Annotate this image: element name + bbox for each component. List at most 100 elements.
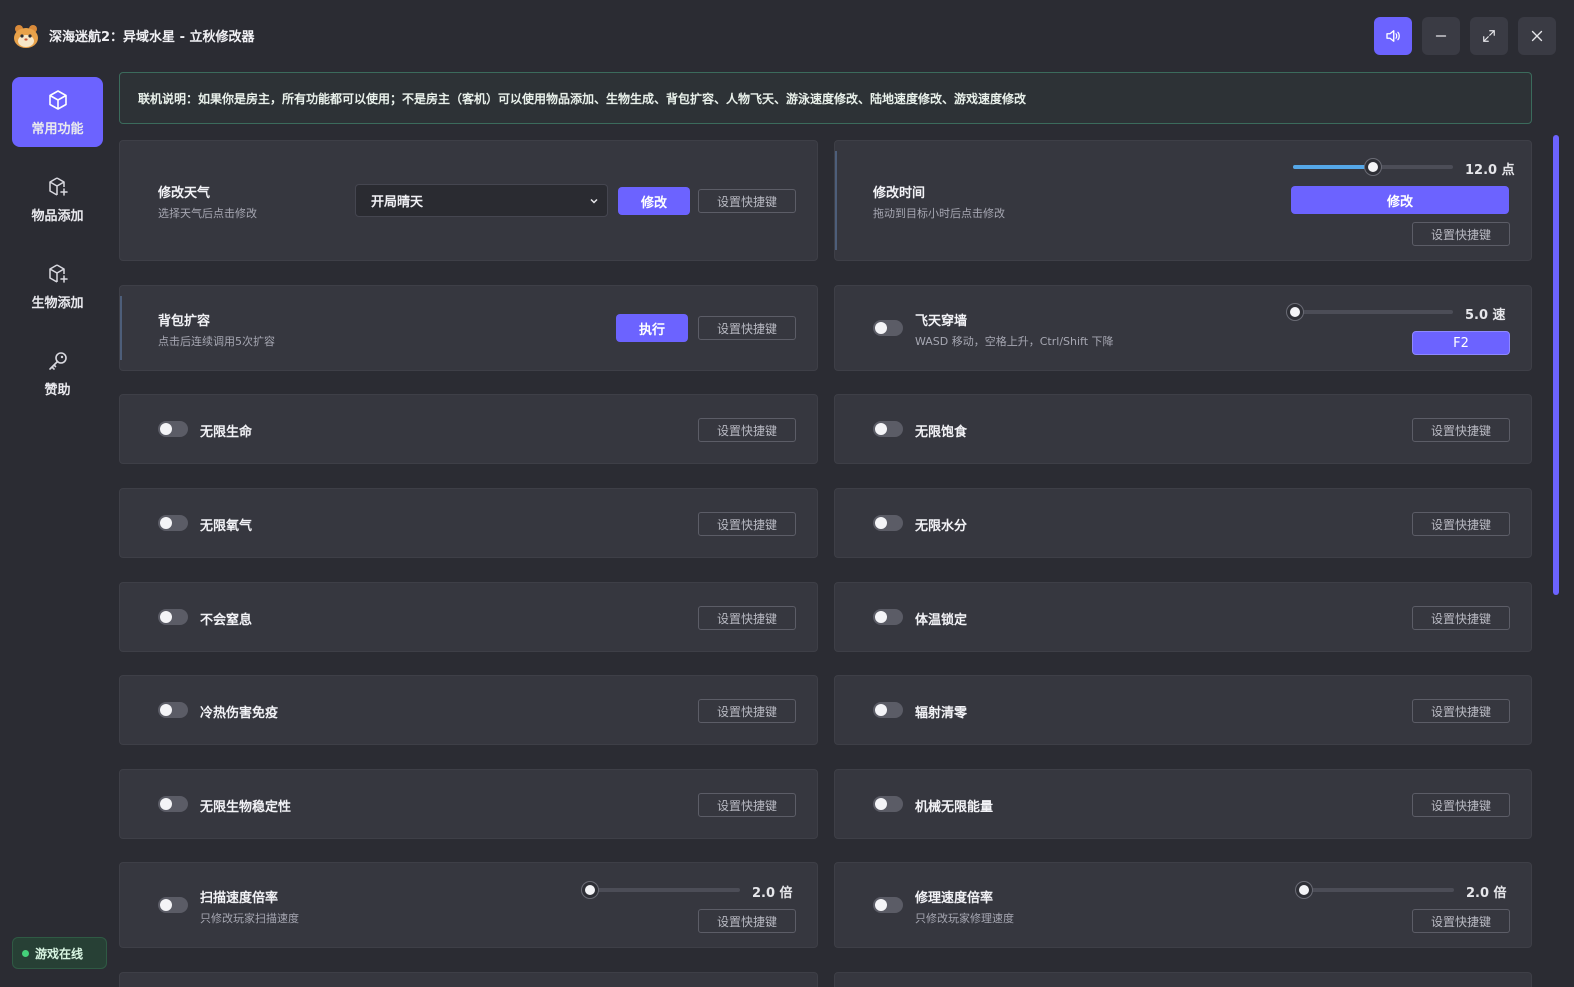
slider-handle[interactable] (581, 882, 598, 898)
cube-icon (48, 89, 67, 110)
feature-toggle[interactable] (873, 609, 903, 625)
fly-speed-slider[interactable] (1287, 304, 1453, 320)
status-text: 游戏在线 (35, 946, 84, 961)
weather-select[interactable]: 开局晴天 (355, 184, 608, 217)
time-slider[interactable] (1293, 159, 1453, 175)
sidebar-item-creatures[interactable]: 生物添加 (12, 251, 103, 321)
shortcut-button[interactable]: 设置快捷键 (1412, 793, 1510, 817)
cube-plus-icon (48, 263, 68, 283)
feature-label: 机械无限能量 (915, 800, 994, 815)
fly-toggle[interactable] (873, 320, 903, 336)
chevron-down-icon (590, 198, 598, 204)
close-button[interactable] (1518, 17, 1556, 55)
backpack-title: 背包扩容 (158, 314, 211, 329)
sidebar-item-label: 生物添加 (31, 295, 84, 311)
feature-label: 体温锁定 (915, 613, 968, 628)
maximize-icon (1483, 30, 1495, 42)
slider-handle[interactable] (1365, 159, 1381, 175)
shortcut-button[interactable]: 设置快捷键 (1412, 606, 1510, 630)
toggle-card: 辐射清零 设置快捷键 (834, 675, 1532, 745)
repair-speed-slider[interactable] (1295, 882, 1454, 898)
time-subtitle: 拖动到目标小时后点击修改 (873, 207, 1005, 220)
repair-speed-subtitle: 只修改玩家修理速度 (915, 912, 1014, 925)
slider-handle[interactable] (1295, 882, 1312, 898)
time-card: 修改时间 拖动到目标小时后点击修改 12.0 点 修改 设置快捷键 (834, 140, 1532, 261)
sidebar-item-sponsor[interactable]: 赞助 (12, 338, 103, 408)
cube-plus-icon (48, 176, 68, 196)
scan-speed-value: 2.0 倍 (752, 886, 793, 901)
shortcut-button[interactable]: 设置快捷键 (1412, 699, 1510, 723)
scan-speed-slider[interactable] (581, 882, 740, 898)
feature-toggle[interactable] (873, 796, 903, 812)
repair-speed-toggle[interactable] (873, 897, 903, 913)
feature-label: 无限氧气 (200, 519, 253, 534)
sidebar-item-common[interactable]: 常用功能 (12, 77, 103, 147)
sidebar-item-items[interactable]: 物品添加 (12, 164, 103, 234)
hamster-logo-icon (12, 22, 40, 50)
feature-label: 辐射清零 (915, 706, 968, 721)
sidebar-item-label: 赞助 (44, 382, 71, 398)
backpack-subtitle: 点击后连续调用5次扩容 (158, 335, 275, 348)
minimize-button[interactable] (1422, 17, 1460, 55)
repair-speed-value: 2.0 倍 (1466, 886, 1507, 901)
backpack-card: 背包扩容 点击后连续调用5次扩容 执行 设置快捷键 (119, 285, 818, 371)
toggle-card: 无限饱食 设置快捷键 (834, 394, 1532, 464)
time-value: 12.0 点 (1465, 163, 1515, 178)
shortcut-button[interactable]: 设置快捷键 (698, 189, 796, 213)
shortcut-button[interactable]: 设置快捷键 (698, 699, 796, 723)
feature-toggle[interactable] (873, 515, 903, 531)
fly-card: 飞天穿墙 WASD 移动，空格上升，Ctrl/Shift 下降 5.0 速 F2 (834, 285, 1532, 371)
slider-handle[interactable] (1287, 304, 1303, 320)
weather-title: 修改天气 (158, 186, 211, 201)
weather-subtitle: 选择天气后点击修改 (158, 207, 257, 220)
fly-speed-value: 5.0 速 (1465, 308, 1506, 323)
toggle-card: 无限氧气 设置快捷键 (119, 488, 818, 558)
toggle-card: 体温锁定 设置快捷键 (834, 582, 1532, 652)
shortcut-button[interactable]: 设置快捷键 (1412, 512, 1510, 536)
toggle-card: 冷热伤害免疫 设置快捷键 (119, 675, 818, 745)
partial-card (834, 972, 1532, 987)
shortcut-button[interactable]: 设置快捷键 (698, 909, 796, 933)
feature-label: 不会窒息 (200, 613, 253, 628)
partial-card (119, 972, 818, 987)
feature-toggle[interactable] (158, 702, 188, 718)
feature-toggle[interactable] (158, 515, 188, 531)
fly-title: 飞天穿墙 (915, 314, 968, 329)
weather-apply-button[interactable]: 修改 (618, 187, 690, 215)
fly-subtitle: WASD 移动，空格上升，Ctrl/Shift 下降 (915, 335, 1114, 348)
feature-toggle[interactable] (158, 609, 188, 625)
online-dot-icon (22, 949, 29, 957)
feature-toggle[interactable] (873, 702, 903, 718)
toggle-card: 无限生命 设置快捷键 (119, 394, 818, 464)
feature-toggle[interactable] (873, 421, 903, 437)
shortcut-button[interactable]: 设置快捷键 (1412, 909, 1510, 933)
repair-speed-title: 修理速度倍率 (915, 891, 994, 906)
fly-hotkey-button[interactable]: F2 (1412, 331, 1510, 355)
feature-toggle[interactable] (158, 796, 188, 812)
feature-toggle[interactable] (158, 421, 188, 437)
toggle-card: 机械无限能量 设置快捷键 (834, 769, 1532, 839)
scrollbar[interactable] (1553, 135, 1559, 595)
feature-label: 无限生命 (200, 425, 253, 440)
app-title: 深海迷航2：异域水星 - 立秋修改器 (49, 30, 255, 45)
scan-speed-subtitle: 只修改玩家扫描速度 (200, 912, 299, 925)
weather-card: 修改天气 选择天气后点击修改 开局晴天 修改 设置快捷键 (119, 140, 818, 261)
shortcut-button[interactable]: 设置快捷键 (1412, 222, 1510, 246)
sound-button[interactable] (1374, 17, 1412, 55)
time-apply-button[interactable]: 修改 (1291, 186, 1509, 214)
repair-speed-card: 修理速度倍率 只修改玩家修理速度 2.0 倍 设置快捷键 (834, 862, 1532, 948)
shortcut-button[interactable]: 设置快捷键 (698, 418, 796, 442)
shortcut-button[interactable]: 设置快捷键 (698, 606, 796, 630)
toggle-card: 无限水分 设置快捷键 (834, 488, 1532, 558)
feature-label: 无限生物稳定性 (200, 800, 292, 815)
maximize-button[interactable] (1470, 17, 1508, 55)
shortcut-button[interactable]: 设置快捷键 (1412, 418, 1510, 442)
time-title: 修改时间 (873, 186, 926, 201)
shortcut-button[interactable]: 设置快捷键 (698, 512, 796, 536)
minimize-icon (1435, 35, 1447, 37)
shortcut-button[interactable]: 设置快捷键 (698, 316, 796, 340)
backpack-execute-button[interactable]: 执行 (616, 314, 688, 342)
shortcut-button[interactable]: 设置快捷键 (698, 793, 796, 817)
scan-speed-toggle[interactable] (158, 897, 188, 913)
slider-fill (1293, 165, 1373, 169)
